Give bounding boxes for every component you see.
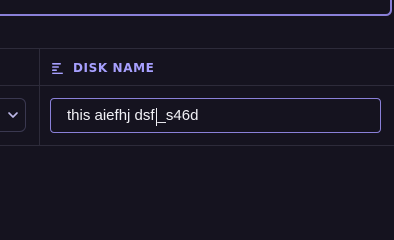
chevron-down-icon: [7, 110, 19, 120]
column-divider: [39, 49, 40, 87]
disk-name-column-header[interactable]: DISK NAME: [51, 59, 154, 77]
text-caret: [155, 107, 157, 126]
column-divider: [39, 86, 40, 146]
table-row: this aiefhj dsf _s46d: [0, 86, 394, 146]
table-header-row: DISK NAME: [0, 48, 394, 87]
row-select-dropdown[interactable]: [0, 98, 26, 132]
disk-name-input-value-after-caret: _s46d: [157, 107, 199, 124]
disk-name-header-label: DISK NAME: [73, 61, 155, 75]
top-panel-border: [0, 0, 392, 16]
disks-table: DISK NAME this aiefhj dsf _s46d: [0, 30, 394, 217]
app-root: DISK NAME this aiefhj dsf _s46d: [0, 0, 394, 217]
sort-lines-icon: [51, 62, 65, 74]
disk-name-input-value-before-caret: this aiefhj dsf: [67, 107, 155, 124]
disk-name-input[interactable]: this aiefhj dsf _s46d: [50, 98, 381, 133]
